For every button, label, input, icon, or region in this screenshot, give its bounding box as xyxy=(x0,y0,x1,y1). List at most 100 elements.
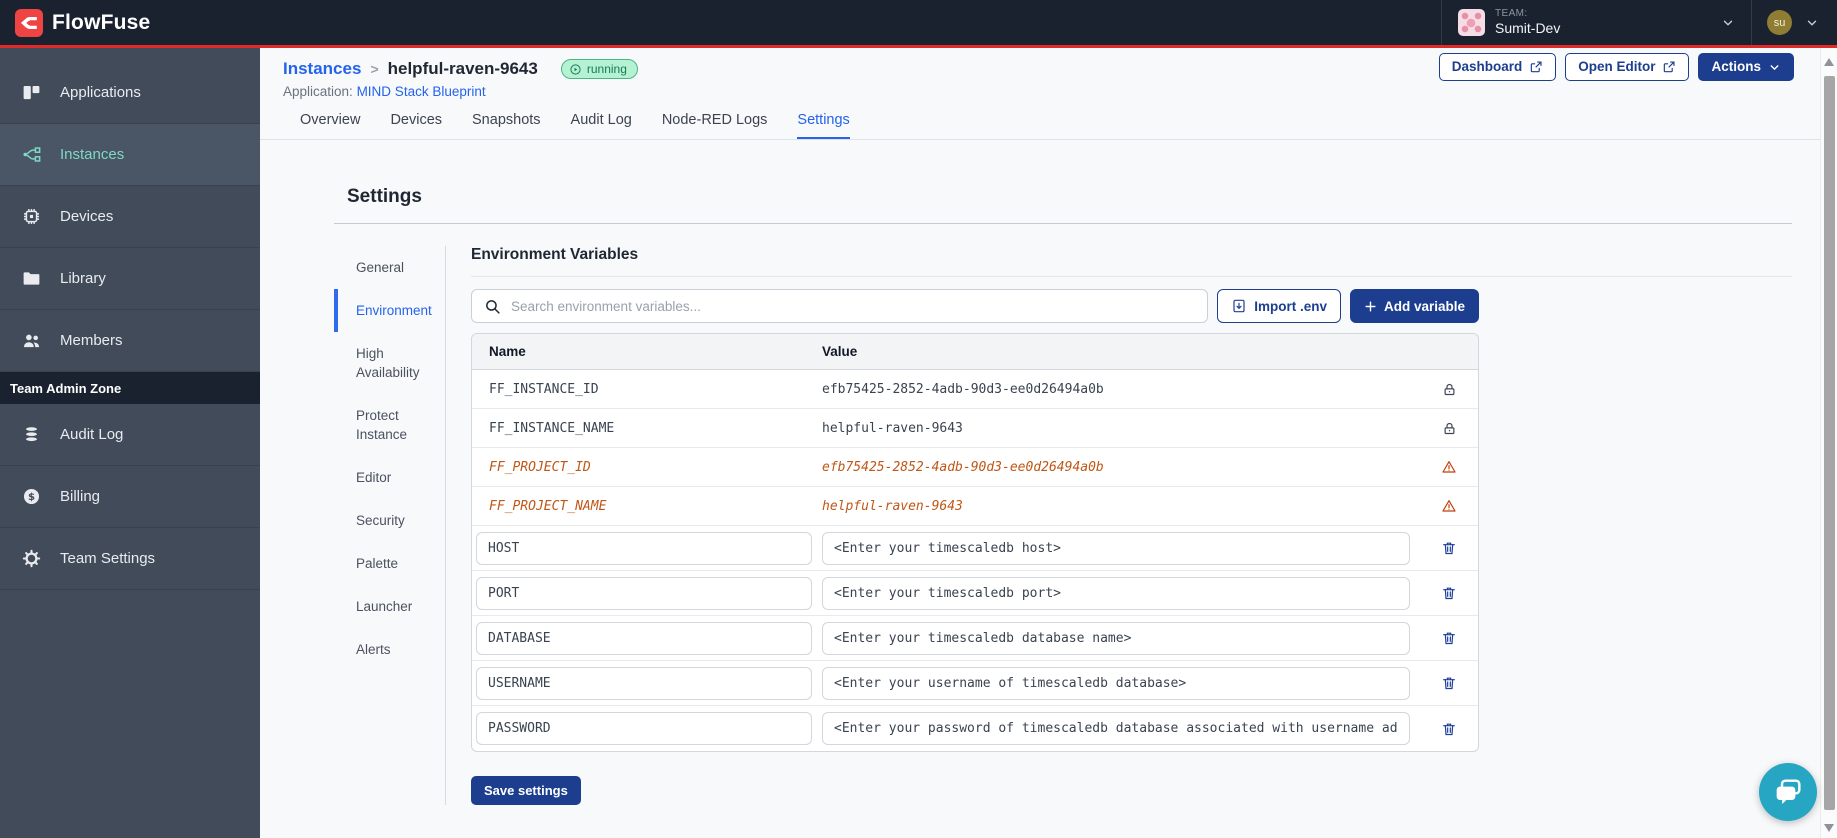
top-navbar: FlowFuse TEAM: Sumit-Dev su xyxy=(0,0,1837,48)
sidebar-item-team-settings[interactable]: Team Settings xyxy=(0,528,260,590)
subnav-launcher[interactable]: Launcher xyxy=(334,585,445,628)
breadcrumb-separator: > xyxy=(370,61,379,77)
table-row xyxy=(472,526,1478,571)
open-editor-button-label: Open Editor xyxy=(1578,59,1656,74)
trash-icon xyxy=(1443,587,1455,600)
team-label: TEAM: xyxy=(1495,7,1528,19)
tab-settings[interactable]: Settings xyxy=(797,112,850,139)
environment-variables-table: Name Value FF_INSTANCE_ID efb75425-2852-… xyxy=(471,333,1479,752)
sidebar-item-label: Members xyxy=(60,332,123,349)
import-env-button[interactable]: Import .env xyxy=(1217,289,1341,323)
open-editor-button[interactable]: Open Editor xyxy=(1565,53,1690,81)
subnav-high-availability[interactable]: High Availability xyxy=(334,332,445,394)
env-var-value-input[interactable] xyxy=(822,531,1410,565)
subnav-palette[interactable]: Palette xyxy=(334,542,445,585)
navbar-right: TEAM: Sumit-Dev su xyxy=(1441,0,1837,45)
add-variable-button[interactable]: Add variable xyxy=(1349,289,1479,323)
breadcrumb-instances-link[interactable]: Instances xyxy=(283,59,361,79)
sidebar-item-applications[interactable]: Applications xyxy=(0,62,260,124)
sidebar-item-instances[interactable]: Instances xyxy=(0,124,260,186)
env-var-value-input[interactable] xyxy=(822,576,1410,610)
dashboard-button[interactable]: Dashboard xyxy=(1438,53,1557,81)
instances-icon xyxy=(23,147,41,162)
subnav-alerts[interactable]: Alerts xyxy=(334,628,445,671)
settings-content: Settings General Environment High Availa… xyxy=(334,140,1792,805)
vertical-scrollbar[interactable] xyxy=(1820,48,1837,838)
env-var-name: FF_PROJECT_NAME xyxy=(489,498,607,514)
table-row: FF_INSTANCE_ID efb75425-2852-4adb-90d3-e… xyxy=(472,370,1478,409)
table-row: FF_INSTANCE_NAME helpful-raven-9643 xyxy=(472,409,1478,448)
tab-devices[interactable]: Devices xyxy=(390,112,442,139)
chat-widget-button[interactable] xyxy=(1759,763,1817,821)
search-input[interactable] xyxy=(511,298,1196,314)
subnav-protect-instance[interactable]: Protect Instance xyxy=(334,394,445,456)
actions-button-label: Actions xyxy=(1711,59,1761,74)
env-var-name-input[interactable] xyxy=(476,576,812,610)
gear-icon xyxy=(22,549,41,568)
team-avatar xyxy=(1458,9,1485,36)
tab-snapshots[interactable]: Snapshots xyxy=(472,112,541,139)
scrollbar-up-arrow[interactable] xyxy=(1824,58,1834,66)
env-var-name-input[interactable] xyxy=(476,621,812,655)
settings-layout: General Environment High Availability Pr… xyxy=(334,246,1792,805)
search-icon xyxy=(486,299,500,314)
flowfuse-app: FlowFuse TEAM: Sumit-Dev su Applications… xyxy=(0,0,1837,838)
main-content: Instances > helpful-raven-9643 running D… xyxy=(260,48,1820,838)
scrollbar-down-arrow[interactable] xyxy=(1824,824,1834,832)
user-menu[interactable]: su xyxy=(1751,0,1837,45)
external-link-icon xyxy=(1664,61,1676,73)
plus-icon xyxy=(1365,300,1376,312)
table-row xyxy=(472,706,1478,751)
warning-icon xyxy=(1442,461,1456,473)
delete-variable-button[interactable] xyxy=(1439,673,1459,693)
add-variable-label: Add variable xyxy=(1383,298,1465,314)
sidebar-item-library[interactable]: Library xyxy=(0,248,260,310)
team-selector[interactable]: TEAM: Sumit-Dev xyxy=(1441,0,1751,45)
actions-button[interactable]: Actions xyxy=(1698,53,1794,81)
chevron-down-icon xyxy=(1770,64,1779,70)
users-icon xyxy=(24,334,40,348)
trash-icon xyxy=(1443,632,1455,645)
tab-overview[interactable]: Overview xyxy=(300,112,360,139)
env-var-value-input[interactable] xyxy=(822,666,1410,700)
application-label: Application: xyxy=(283,84,353,99)
subnav-environment[interactable]: Environment xyxy=(334,289,445,332)
tab-audit-log[interactable]: Audit Log xyxy=(571,112,632,139)
chevron-down-icon xyxy=(1805,16,1819,30)
delete-variable-button[interactable] xyxy=(1439,719,1459,739)
delete-variable-button[interactable] xyxy=(1439,583,1459,603)
subnav-general[interactable]: General xyxy=(334,246,445,289)
sidebar-item-label: Team Settings xyxy=(60,550,156,567)
application-link[interactable]: MIND Stack Blueprint xyxy=(357,84,486,99)
settings-subnav: General Environment High Availability Pr… xyxy=(334,246,446,805)
column-header-name: Name xyxy=(489,344,526,359)
subnav-security[interactable]: Security xyxy=(334,499,445,542)
delete-variable-button[interactable] xyxy=(1439,538,1459,558)
subnav-editor[interactable]: Editor xyxy=(334,456,445,499)
save-settings-button[interactable]: Save settings xyxy=(471,776,581,805)
import-file-icon xyxy=(1233,299,1245,313)
page-header: Instances > helpful-raven-9643 running D… xyxy=(260,48,1820,99)
env-var-value-input[interactable] xyxy=(822,621,1410,655)
env-var-name-input[interactable] xyxy=(476,712,812,745)
external-link-icon xyxy=(1530,61,1542,73)
delete-variable-button[interactable] xyxy=(1439,628,1459,648)
env-var-value: efb75425-2852-4adb-90d3-ee0d26494a0b xyxy=(822,459,1104,475)
scrollbar-thumb[interactable] xyxy=(1824,76,1835,810)
env-var-name-input[interactable] xyxy=(476,531,812,565)
breadcrumb-instance-name: helpful-raven-9643 xyxy=(387,59,538,78)
sidebar-item-billing[interactable]: $ Billing xyxy=(0,466,260,528)
flowfuse-logo[interactable]: FlowFuse xyxy=(0,8,151,37)
svg-text:$: $ xyxy=(28,492,35,503)
sidebar-item-members[interactable]: Members xyxy=(0,310,260,372)
env-var-name: FF_PROJECT_ID xyxy=(489,459,591,475)
warning-icon xyxy=(1442,500,1456,512)
brand-name: FlowFuse xyxy=(52,10,151,34)
env-var-value-input[interactable] xyxy=(822,712,1410,745)
sidebar-item-devices[interactable]: Devices xyxy=(0,186,260,248)
table-header: Name Value xyxy=(472,334,1478,370)
sidebar-item-audit-log[interactable]: Audit Log xyxy=(0,404,260,466)
env-var-name-input[interactable] xyxy=(476,666,812,700)
tab-node-red-logs[interactable]: Node-RED Logs xyxy=(662,112,768,139)
